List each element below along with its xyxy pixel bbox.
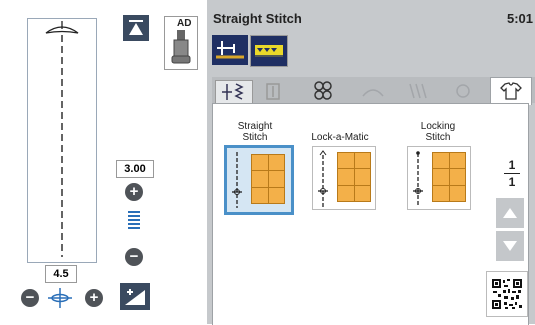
stitch-tile-straight[interactable] [224,145,294,215]
shirt-icon [500,82,522,100]
locking-stitch-icon [413,151,423,207]
stitch-length-icon [128,211,140,229]
lock-a-matic-icon [318,150,328,207]
toolbar-button-2[interactable] [250,35,288,67]
toolbar-button-1[interactable] [212,35,248,65]
tab-quilting[interactable] [355,80,391,102]
width-decrease-button[interactable]: − [21,289,39,307]
stitch-length-value: 3.00 [116,160,154,178]
stitch-preview [27,18,97,263]
length-decrease-button[interactable]: − [125,248,143,266]
stitch-preview-graphic [45,21,79,257]
needle-up-button[interactable] [123,15,149,41]
presser-foot-icon [171,30,191,64]
qr-code-icon [491,278,523,310]
presser-foot-indicator[interactable]: AD [164,16,198,70]
clock: 5:01 [507,11,534,26]
stitch-grid [432,152,466,202]
scroll-up-button[interactable] [496,198,524,228]
satin-stitch-icon [409,83,427,99]
arrow-down-icon [503,241,517,251]
stitch-tile-locking[interactable] [407,146,471,210]
feed-dog-icon [255,45,283,57]
auto-decrease-label: AD [177,18,192,29]
stitch-label-locking-line2: Stitch [425,132,451,143]
stitch-grid [251,154,285,204]
utility-stitch-icon [222,83,244,100]
tab-utility-stitches[interactable] [215,80,253,104]
scroll-down-button[interactable] [496,231,524,261]
stitch-tile-lockamatic[interactable] [312,146,376,210]
stitch-label-lockamatic: Lock-a-Matic [311,132,369,143]
qr-code-button[interactable] [486,271,528,317]
page-total: 1 [508,175,516,189]
stitch-label-straight-line1: Straight [237,121,273,132]
arrow-to-top-icon [129,20,143,35]
stitch-grid [337,152,371,202]
arrow-up-icon [503,208,517,218]
stitch-width-value: 4.5 [45,265,77,283]
tab-satin[interactable] [400,80,436,102]
length-increase-button[interactable]: + [125,183,143,201]
tab-buttonholes[interactable] [255,80,291,102]
tab-decorative[interactable] [305,80,341,102]
stitch-label-straight-line2: Stitch [242,132,268,143]
page-divider [504,173,520,174]
balance-icon [125,289,145,305]
stitch-width-icon [48,288,72,308]
page-current: 1 [508,158,516,172]
tab-heirloom[interactable] [445,80,481,102]
page-indicator: 1 1 [500,158,524,189]
buttonhole-icon [266,83,280,100]
stitch-label-locking-line1: Locking [420,121,456,132]
stitch-settings-icon [216,41,244,59]
tab-garment[interactable] [490,77,532,105]
decorative-stitch-icon [314,81,332,100]
left-panel: AD 3.00 + − 4.5 − + [0,0,207,324]
quilt-stitch-icon [362,89,384,97]
page-title: Straight Stitch [213,11,302,26]
balance-button[interactable] [120,283,150,310]
straight-stitch-icon [232,152,242,208]
heirloom-stitch-icon [456,84,470,98]
width-increase-button[interactable]: + [85,289,103,307]
